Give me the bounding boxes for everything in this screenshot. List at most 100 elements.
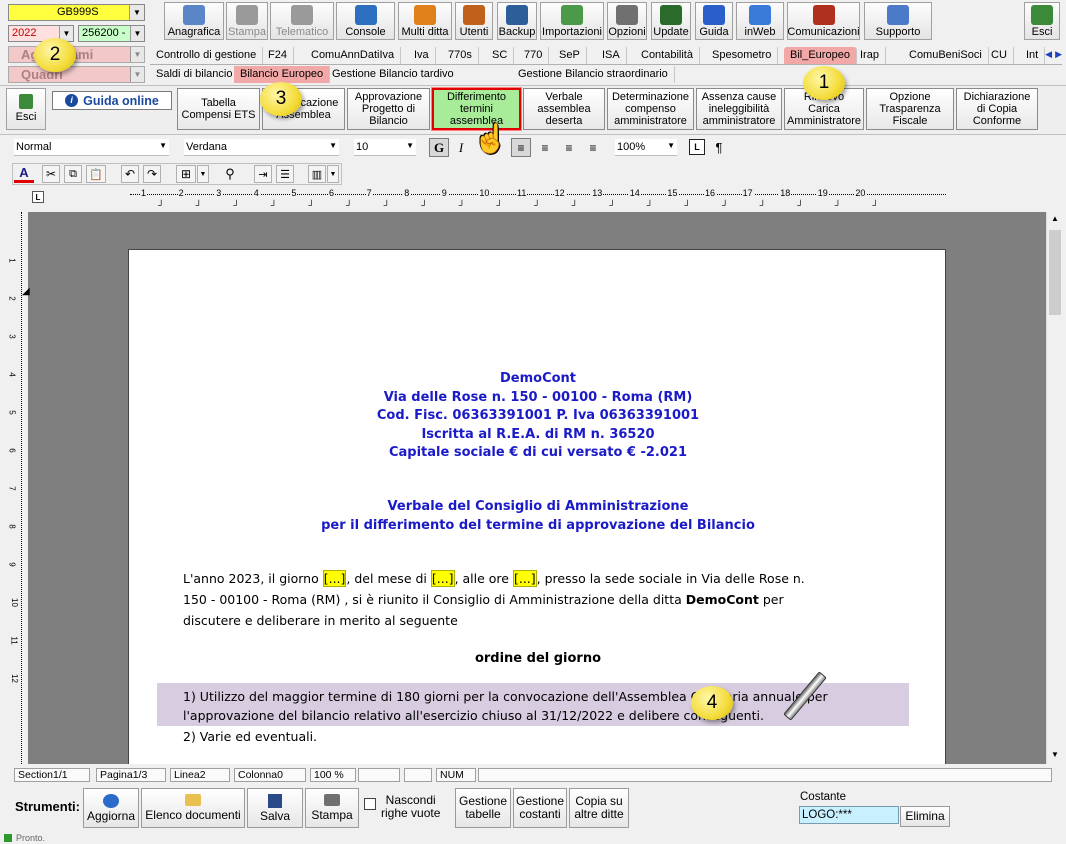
tab-contabilit-[interactable]: Contabilità [635, 47, 700, 64]
guida-online-button[interactable]: i Guida online [52, 91, 172, 110]
chevron-down-icon[interactable]: ▼ [406, 141, 414, 150]
vertical-scrollbar[interactable]: ▲ ▼ [1046, 212, 1062, 764]
tab-770s[interactable]: 770s [442, 47, 479, 64]
console-button[interactable]: Console [336, 2, 395, 40]
redo-icon[interactable]: ↷ [143, 165, 161, 183]
document-page[interactable]: DemoCont Via delle Rose n. 150 - 00100 -… [128, 249, 946, 764]
bullet-list-icon[interactable]: ☰ [276, 165, 294, 183]
tab-f24[interactable]: F24 [262, 47, 294, 64]
tab-cu[interactable]: CU [985, 47, 1014, 64]
chevron-down-icon[interactable]: ▼ [197, 165, 209, 183]
tab-bil-europeo[interactable]: Bil_Europeo [784, 47, 857, 64]
align-right-button[interactable]: ≡ [559, 138, 579, 157]
gestione-costanti-button[interactable]: Gestione costanti [513, 788, 567, 828]
chevron-down-icon[interactable]: ▼ [327, 165, 339, 183]
ribbon-tabella-compensi-ets-button[interactable]: Tabella Compensi ETS [177, 88, 260, 130]
scroll-down-icon[interactable]: ▼ [1051, 750, 1059, 759]
esci-button[interactable]: Esci [1024, 2, 1060, 40]
tab-sep[interactable]: SeP [553, 47, 587, 64]
tab-irap[interactable]: Irap [854, 47, 886, 64]
importazioni-button[interactable]: Importazioni [540, 2, 604, 40]
align-left-button[interactable]: ≡ [511, 138, 531, 157]
ribbon-determinazione-compenso-amministratore-button[interactable]: Determinazione compenso amministratore [607, 88, 694, 130]
copia-altre-ditte-button[interactable]: Copia su altre ditte [569, 788, 629, 828]
aggiorna-button[interactable]: Aggiorna [83, 788, 139, 828]
chevron-down-icon[interactable]: ▼ [130, 67, 144, 82]
ribbon-dichiarazione-di-copia-conforme-button[interactable]: Dichiarazione di Copia Conforme [956, 88, 1038, 130]
utenti-button[interactable]: Utenti [455, 2, 493, 40]
margin-marker-icon[interactable]: ◢ [22, 286, 30, 297]
scroll-left-icon[interactable]: ◀ [1045, 49, 1052, 60]
ditta-combo[interactable]: 256200 - ▼ [78, 25, 145, 42]
placeholder-month[interactable]: [...] [430, 570, 455, 587]
chevron-down-icon[interactable]: ▼ [667, 141, 675, 150]
chevron-down-icon[interactable]: ▼ [129, 5, 144, 20]
opzioni-button[interactable]: Opzioni [607, 2, 647, 40]
tab-comuanndatiiva[interactable]: ComuAnnDatiIva [305, 47, 402, 64]
indent-icon[interactable]: ⇥ [254, 165, 272, 183]
update-button[interactable]: Update [651, 2, 691, 40]
tab-int[interactable]: Int [1020, 47, 1046, 64]
supporto-button[interactable]: Supporto [864, 2, 932, 40]
esci-ribbon-button[interactable]: Esci [6, 88, 46, 130]
font-select[interactable]: Verdana ▼ [184, 139, 339, 156]
ribbon-verbale-assemblea-deserta-button[interactable]: Verbale assemblea deserta [523, 88, 605, 130]
salva-button[interactable]: Salva [247, 788, 303, 828]
placeholder-day[interactable]: [...] [322, 570, 347, 587]
subtab-saldi-di-bilancio[interactable]: Saldi di bilancio [150, 66, 240, 83]
aggiornami-combo[interactable]: Aggiornami ▼ [8, 46, 145, 63]
subtab-bilancio-europeo[interactable]: Bilancio Europeo [234, 66, 331, 83]
tab-iva[interactable]: Iva [408, 47, 436, 64]
elenco-documenti-button[interactable]: Elenco documenti [141, 788, 245, 828]
bold-button[interactable]: G [429, 138, 449, 157]
nascondi-checkbox[interactable] [364, 798, 376, 813]
comunicazioni-button[interactable]: Comunicazioni [787, 2, 860, 40]
scroll-right-icon[interactable]: ▶ [1055, 49, 1062, 60]
tab-770[interactable]: 770 [518, 47, 550, 64]
font-color-icon[interactable]: A [14, 165, 34, 183]
multi-ditta-button[interactable]: Multi ditta [398, 2, 452, 40]
zoom-select[interactable]: 100% ▼ [615, 139, 677, 156]
find-icon[interactable]: ⚲ [220, 165, 240, 183]
show-marks-button[interactable]: ¶ [710, 138, 728, 157]
quadri-combo[interactable]: Quadri ▼ [8, 66, 145, 83]
tab-isa[interactable]: ISA [596, 47, 627, 64]
scrollbar-thumb[interactable] [1049, 230, 1061, 315]
paste-icon[interactable]: 📋 [86, 165, 106, 183]
align-center-button[interactable]: ≡ [535, 138, 555, 157]
chevron-down-icon[interactable]: ▼ [130, 26, 144, 41]
cut-icon[interactable]: ✂ [42, 165, 60, 183]
tab-stop-icon[interactable]: L [32, 191, 44, 203]
chevron-down-icon[interactable]: ▼ [130, 47, 144, 62]
table-icon[interactable]: ⊞ [176, 165, 196, 183]
subtab-gestione-bilancio-tardivo[interactable]: Gestione Bilancio tardivo [326, 66, 460, 83]
placeholder-hour[interactable]: [...] [512, 570, 537, 587]
subtab-gestione-bilancio-straordinario[interactable]: Gestione Bilancio straordinario [512, 66, 675, 83]
tab-comubenisoci[interactable]: ComuBeniSoci [903, 47, 989, 64]
tab-controllo-di-gestione[interactable]: Controllo di gestione [150, 47, 264, 64]
stampa-button[interactable]: Stampa [305, 788, 359, 828]
elimina-button[interactable]: Elimina [900, 806, 950, 827]
tab-sc[interactable]: SC [486, 47, 515, 64]
chevron-down-icon[interactable]: ▼ [159, 141, 167, 150]
columns-icon[interactable]: ▥ [308, 165, 326, 183]
costante-input[interactable]: LOGO:*** [799, 806, 899, 824]
style-select[interactable]: Normal ▼ [14, 139, 169, 156]
ribbon-approvazione-progetto-di-bilancio-button[interactable]: Approvazione Progetto di Bilancio [347, 88, 430, 130]
anagrafica-button[interactable]: Anagrafica [164, 2, 224, 40]
ribbon-opzione-trasparenza-fiscale-button[interactable]: Opzione Trasparenza Fiscale [866, 88, 954, 130]
gestione-tabelle-button[interactable]: Gestione tabelle [455, 788, 511, 828]
scroll-up-icon[interactable]: ▲ [1051, 214, 1059, 223]
font-size-select[interactable]: 10 ▼ [354, 139, 416, 156]
company-code-combo[interactable]: GB999S ▼ [8, 4, 145, 21]
chevron-down-icon[interactable]: ▼ [329, 141, 337, 150]
ribbon-assenza-cause-ineleggibilita-amministratore-button[interactable]: Assenza cause ineleggibilità amministrat… [696, 88, 782, 130]
italic-button[interactable]: I [452, 138, 470, 157]
tab-spesometro[interactable]: Spesometro [706, 47, 779, 64]
copy-icon[interactable]: ⧉ [64, 165, 82, 183]
backup-button[interactable]: Backup [497, 2, 537, 40]
inweb-button[interactable]: inWeb [736, 2, 784, 40]
page-border-button[interactable]: L [689, 139, 705, 155]
horizontal-ruler[interactable]: 1 ┘ 2 ┘ 3 ┘ 4 ┘ 5 ┘ 6 ┘ 7 ┘ 8 ┘ 9 ┘ 10 ┘ 11 ┘ 12 ┘ 13 ┘ 14 ┘ 15 ┘ 16 ┘ 1… [130, 188, 946, 212]
undo-icon[interactable]: ↶ [121, 165, 139, 183]
